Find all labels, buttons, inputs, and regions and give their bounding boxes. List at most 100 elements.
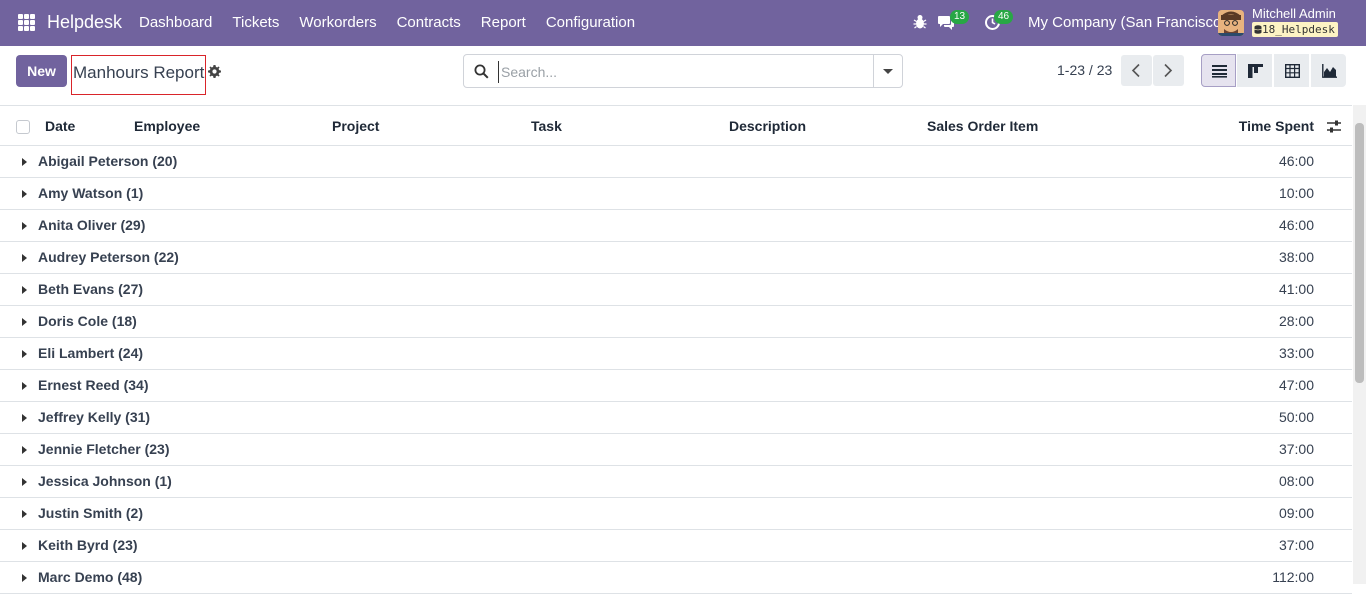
kanban-view-icon (1248, 64, 1263, 78)
caret-right-icon (22, 382, 27, 390)
pager-value[interactable]: 1-23 / 23 (1057, 62, 1112, 78)
group-name: Keith Byrd (23) (38, 537, 138, 553)
activities-count-badge: 46 (994, 10, 1014, 24)
group-name: Beth Evans (27) (38, 281, 144, 297)
group-time-spent: 46:00 (1278, 153, 1314, 169)
group-row[interactable]: Abigail Peterson (20) 46:00 (0, 146, 1352, 178)
search-input[interactable] (498, 61, 868, 83)
top-navbar: Helpdesk Dashboard Tickets Workorders Co… (0, 0, 1366, 46)
caret-right-icon (22, 254, 27, 262)
pager-previous-button[interactable] (1121, 55, 1152, 86)
group-row[interactable]: Beth Evans (27) 41:00 (0, 274, 1352, 306)
group-time-spent: 46:00 (1278, 217, 1314, 233)
caret-right-icon (22, 510, 27, 518)
column-header-time-spent[interactable]: Time Spent (1239, 118, 1314, 134)
group-row[interactable]: Eli Lambert (24) 33:00 (0, 338, 1352, 370)
group-row[interactable]: Doris Cole (18) 28:00 (0, 306, 1352, 338)
group-time-spent: 41:00 (1278, 281, 1314, 297)
apps-grid-icon[interactable] (18, 14, 35, 31)
debug-bug-icon[interactable] (913, 14, 927, 30)
caret-right-icon (22, 446, 27, 454)
menu-item-report[interactable]: Report (481, 14, 526, 31)
group-name: Doris Cole (18) (38, 313, 137, 329)
group-row[interactable]: Keith Byrd (23) 37:00 (0, 530, 1352, 562)
column-settings-sliders-icon[interactable] (1326, 119, 1342, 134)
column-header-task[interactable]: Task (531, 118, 562, 134)
database-name-badge: 18_Helpdesk (1252, 22, 1338, 37)
messages-count-badge: 13 (950, 10, 970, 24)
group-name: Ernest Reed (34) (38, 377, 149, 393)
column-header-sales-order-item[interactable]: Sales Order Item (927, 118, 1038, 134)
group-time-spent: 28:00 (1278, 313, 1314, 329)
database-name: 18_Helpdesk (1262, 23, 1335, 36)
group-name: Marc Demo (48) (38, 569, 143, 585)
select-all-checkbox[interactable] (16, 120, 30, 134)
group-row[interactable]: Justin Smith (2) 09:00 (0, 498, 1352, 530)
list-view-icon (1212, 65, 1227, 78)
list-scrollbar[interactable] (1353, 105, 1366, 584)
group-time-spent: 09:00 (1278, 505, 1314, 521)
page-title: Manhours Report (71, 55, 206, 95)
group-time-spent: 37:00 (1278, 441, 1314, 457)
graph-view-button[interactable] (1311, 54, 1346, 87)
group-row[interactable]: Amy Watson (1) 10:00 (0, 178, 1352, 210)
column-header-description[interactable]: Description (729, 118, 806, 134)
caret-right-icon (22, 158, 27, 166)
group-row[interactable]: Anita Oliver (29) 46:00 (0, 210, 1352, 242)
group-name: Anita Oliver (29) (38, 217, 146, 233)
pager-next-button[interactable] (1153, 55, 1184, 86)
group-time-spent: 10:00 (1278, 185, 1314, 201)
group-row[interactable]: Audrey Peterson (22) 38:00 (0, 242, 1352, 274)
chevron-left-icon (1131, 63, 1140, 78)
caret-right-icon (22, 318, 27, 326)
group-time-spent: 08:00 (1278, 473, 1314, 489)
menu-item-workorders[interactable]: Workorders (299, 14, 376, 31)
caret-right-icon (22, 542, 27, 550)
group-time-spent: 112:00 (1272, 569, 1314, 585)
caret-right-icon (22, 286, 27, 294)
caret-right-icon (22, 222, 27, 230)
area-chart-icon (1322, 64, 1337, 78)
search-icon (474, 64, 489, 79)
group-name: Jessica Johnson (1) (38, 473, 172, 489)
user-avatar[interactable] (1218, 10, 1244, 36)
group-name: Amy Watson (1) (38, 185, 144, 201)
group-name: Jeffrey Kelly (31) (38, 409, 151, 425)
group-name: Eli Lambert (24) (38, 345, 144, 361)
caret-right-icon (22, 414, 27, 422)
search-options-dropdown-toggle[interactable] (873, 55, 902, 87)
menu-item-dashboard[interactable]: Dashboard (139, 14, 212, 31)
user-name[interactable]: Mitchell Admin (1252, 6, 1336, 21)
column-header-employee[interactable]: Employee (134, 118, 200, 134)
column-header-project[interactable]: Project (332, 118, 379, 134)
main-menu: Dashboard Tickets Workorders Contracts R… (139, 14, 655, 31)
group-time-spent: 47:00 (1278, 377, 1314, 393)
table-header: Date Employee Project Task Description S… (0, 105, 1352, 146)
group-name: Justin Smith (2) (38, 505, 144, 521)
list-view-button[interactable] (1201, 54, 1236, 87)
pivot-table-icon (1285, 64, 1300, 78)
group-row[interactable]: Marc Demo (48) 112:00 (0, 562, 1352, 594)
search-bar (463, 54, 903, 88)
caret-right-icon (22, 478, 27, 486)
pivot-view-button[interactable] (1274, 54, 1309, 87)
caret-right-icon (22, 190, 27, 198)
menu-item-configuration[interactable]: Configuration (546, 14, 635, 31)
new-button[interactable]: New (16, 55, 67, 87)
group-row[interactable]: Jeffrey Kelly (31) 50:00 (0, 402, 1352, 434)
group-row[interactable]: Jennie Fletcher (23) 37:00 (0, 434, 1352, 466)
gear-icon[interactable] (208, 65, 221, 78)
group-row[interactable]: Jessica Johnson (1) 08:00 (0, 466, 1352, 498)
group-time-spent: 50:00 (1278, 409, 1314, 425)
group-time-spent: 38:00 (1278, 249, 1314, 265)
menu-item-tickets[interactable]: Tickets (232, 14, 279, 31)
column-header-date[interactable]: Date (45, 118, 75, 134)
group-time-spent: 33:00 (1278, 345, 1314, 361)
group-name: Jennie Fletcher (23) (38, 441, 170, 457)
app-brand[interactable]: Helpdesk (47, 12, 122, 33)
menu-item-contracts[interactable]: Contracts (397, 14, 461, 31)
scrollbar-thumb[interactable] (1355, 123, 1364, 383)
group-row[interactable]: Ernest Reed (34) 47:00 (0, 370, 1352, 402)
kanban-view-button[interactable] (1237, 54, 1272, 87)
company-switcher[interactable]: My Company (San Francisco) (1028, 14, 1226, 31)
